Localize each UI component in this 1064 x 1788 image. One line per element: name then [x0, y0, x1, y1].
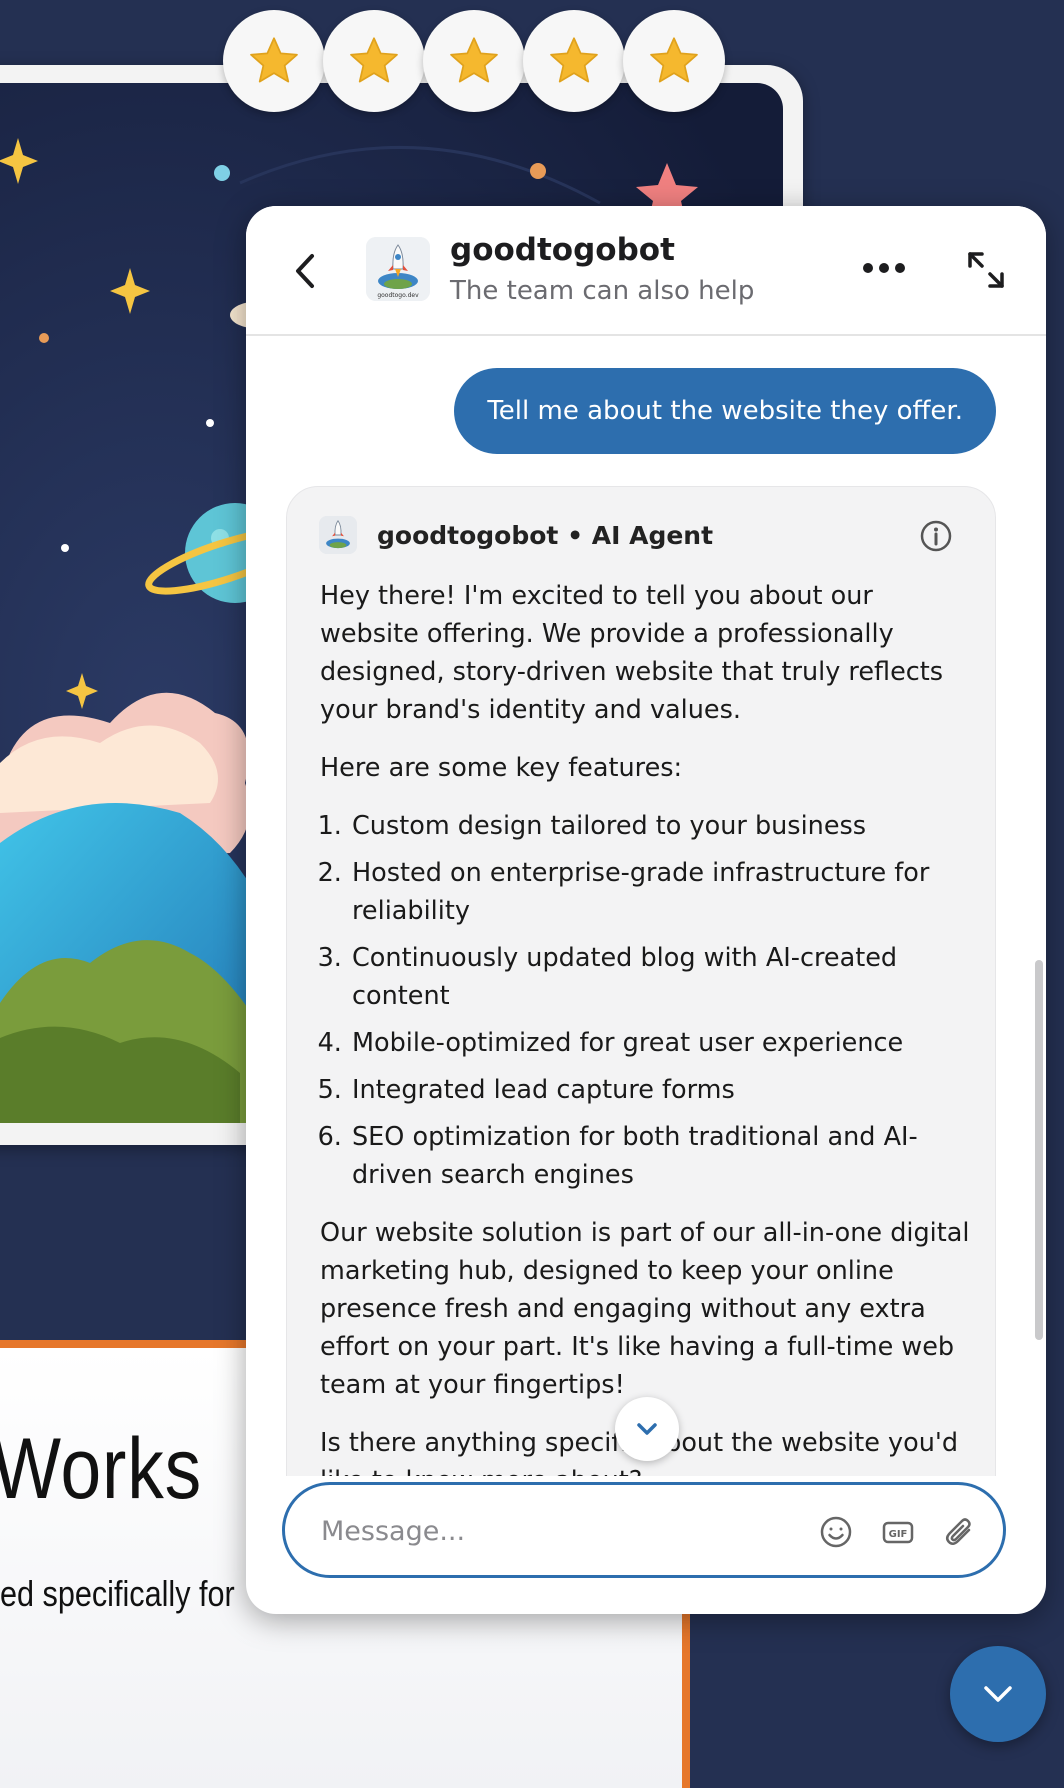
chevron-left-icon — [296, 254, 314, 288]
list-item: Hosted on enterprise-grade infrastructur… — [350, 854, 970, 930]
gif-label: GIF — [889, 1529, 908, 1540]
more-icon — [863, 263, 905, 273]
list-item: SEO optimization for both traditional an… — [350, 1118, 970, 1194]
agent-avatar — [319, 516, 357, 554]
bot-message-body: Hey there! I'm excited to tell you about… — [320, 577, 970, 1476]
message-input[interactable] — [319, 1507, 783, 1555]
chat-launcher-button[interactable] — [950, 1646, 1046, 1742]
agent-name: goodtogobot • AI Agent — [377, 521, 714, 550]
list-item: Custom design tailored to your business — [350, 807, 970, 845]
page-subtext: ed specifically for — [0, 1573, 235, 1614]
chevron-down-icon — [984, 1686, 1012, 1702]
more-options-button[interactable] — [860, 256, 908, 280]
list-item: Integrated lead capture forms — [350, 1071, 970, 1109]
bot-closing: Our website solution is part of our all-… — [320, 1218, 970, 1400]
expand-button[interactable] — [966, 250, 1006, 290]
features-heading: Here are some key features: — [320, 753, 683, 783]
chevron-down-icon — [637, 1423, 657, 1435]
chat-subtitle: The team can also help — [450, 276, 755, 306]
paperclip-icon[interactable] — [943, 1515, 977, 1549]
feature-list: Custom design tailored to your business … — [320, 807, 970, 1194]
rocket-logo-icon: goodtogo.dev — [366, 237, 430, 301]
gif-icon[interactable]: GIF — [881, 1515, 915, 1549]
bot-intro: Hey there! I'm excited to tell you about… — [320, 581, 944, 725]
avatar-caption: goodtogo.dev — [377, 292, 419, 299]
expand-icon — [968, 252, 1004, 288]
bot-message: goodtogobot • AI Agent Hey there! I'm ex… — [286, 486, 996, 1476]
info-icon[interactable] — [919, 519, 953, 553]
chat-bot-name: goodtogobot — [450, 232, 675, 268]
back-button[interactable] — [290, 250, 320, 292]
star-icon[interactable] — [623, 10, 725, 112]
star-icon[interactable] — [423, 10, 525, 112]
star-icon[interactable] — [523, 10, 625, 112]
chat-scrollbar[interactable] — [1035, 960, 1043, 1340]
message-list[interactable]: Tell me about the website they offer. go… — [246, 336, 1046, 1476]
star-icon[interactable] — [223, 10, 325, 112]
rocket-logo-icon — [319, 516, 357, 554]
bot-avatar: goodtogo.dev — [366, 237, 430, 301]
message-composer: GIF — [282, 1482, 1006, 1578]
page-heading: Works — [0, 1421, 203, 1517]
chat-header: goodtogo.dev goodtogobot The team can al… — [246, 206, 1046, 336]
list-item: Mobile-optimized for great user experien… — [350, 1024, 970, 1062]
user-message: Tell me about the website they offer. — [454, 368, 996, 454]
list-item: Continuously updated blog with AI-create… — [350, 939, 970, 1015]
scroll-to-bottom-button[interactable] — [615, 1397, 679, 1461]
star-icon[interactable] — [323, 10, 425, 112]
emoji-icon[interactable] — [819, 1515, 853, 1549]
